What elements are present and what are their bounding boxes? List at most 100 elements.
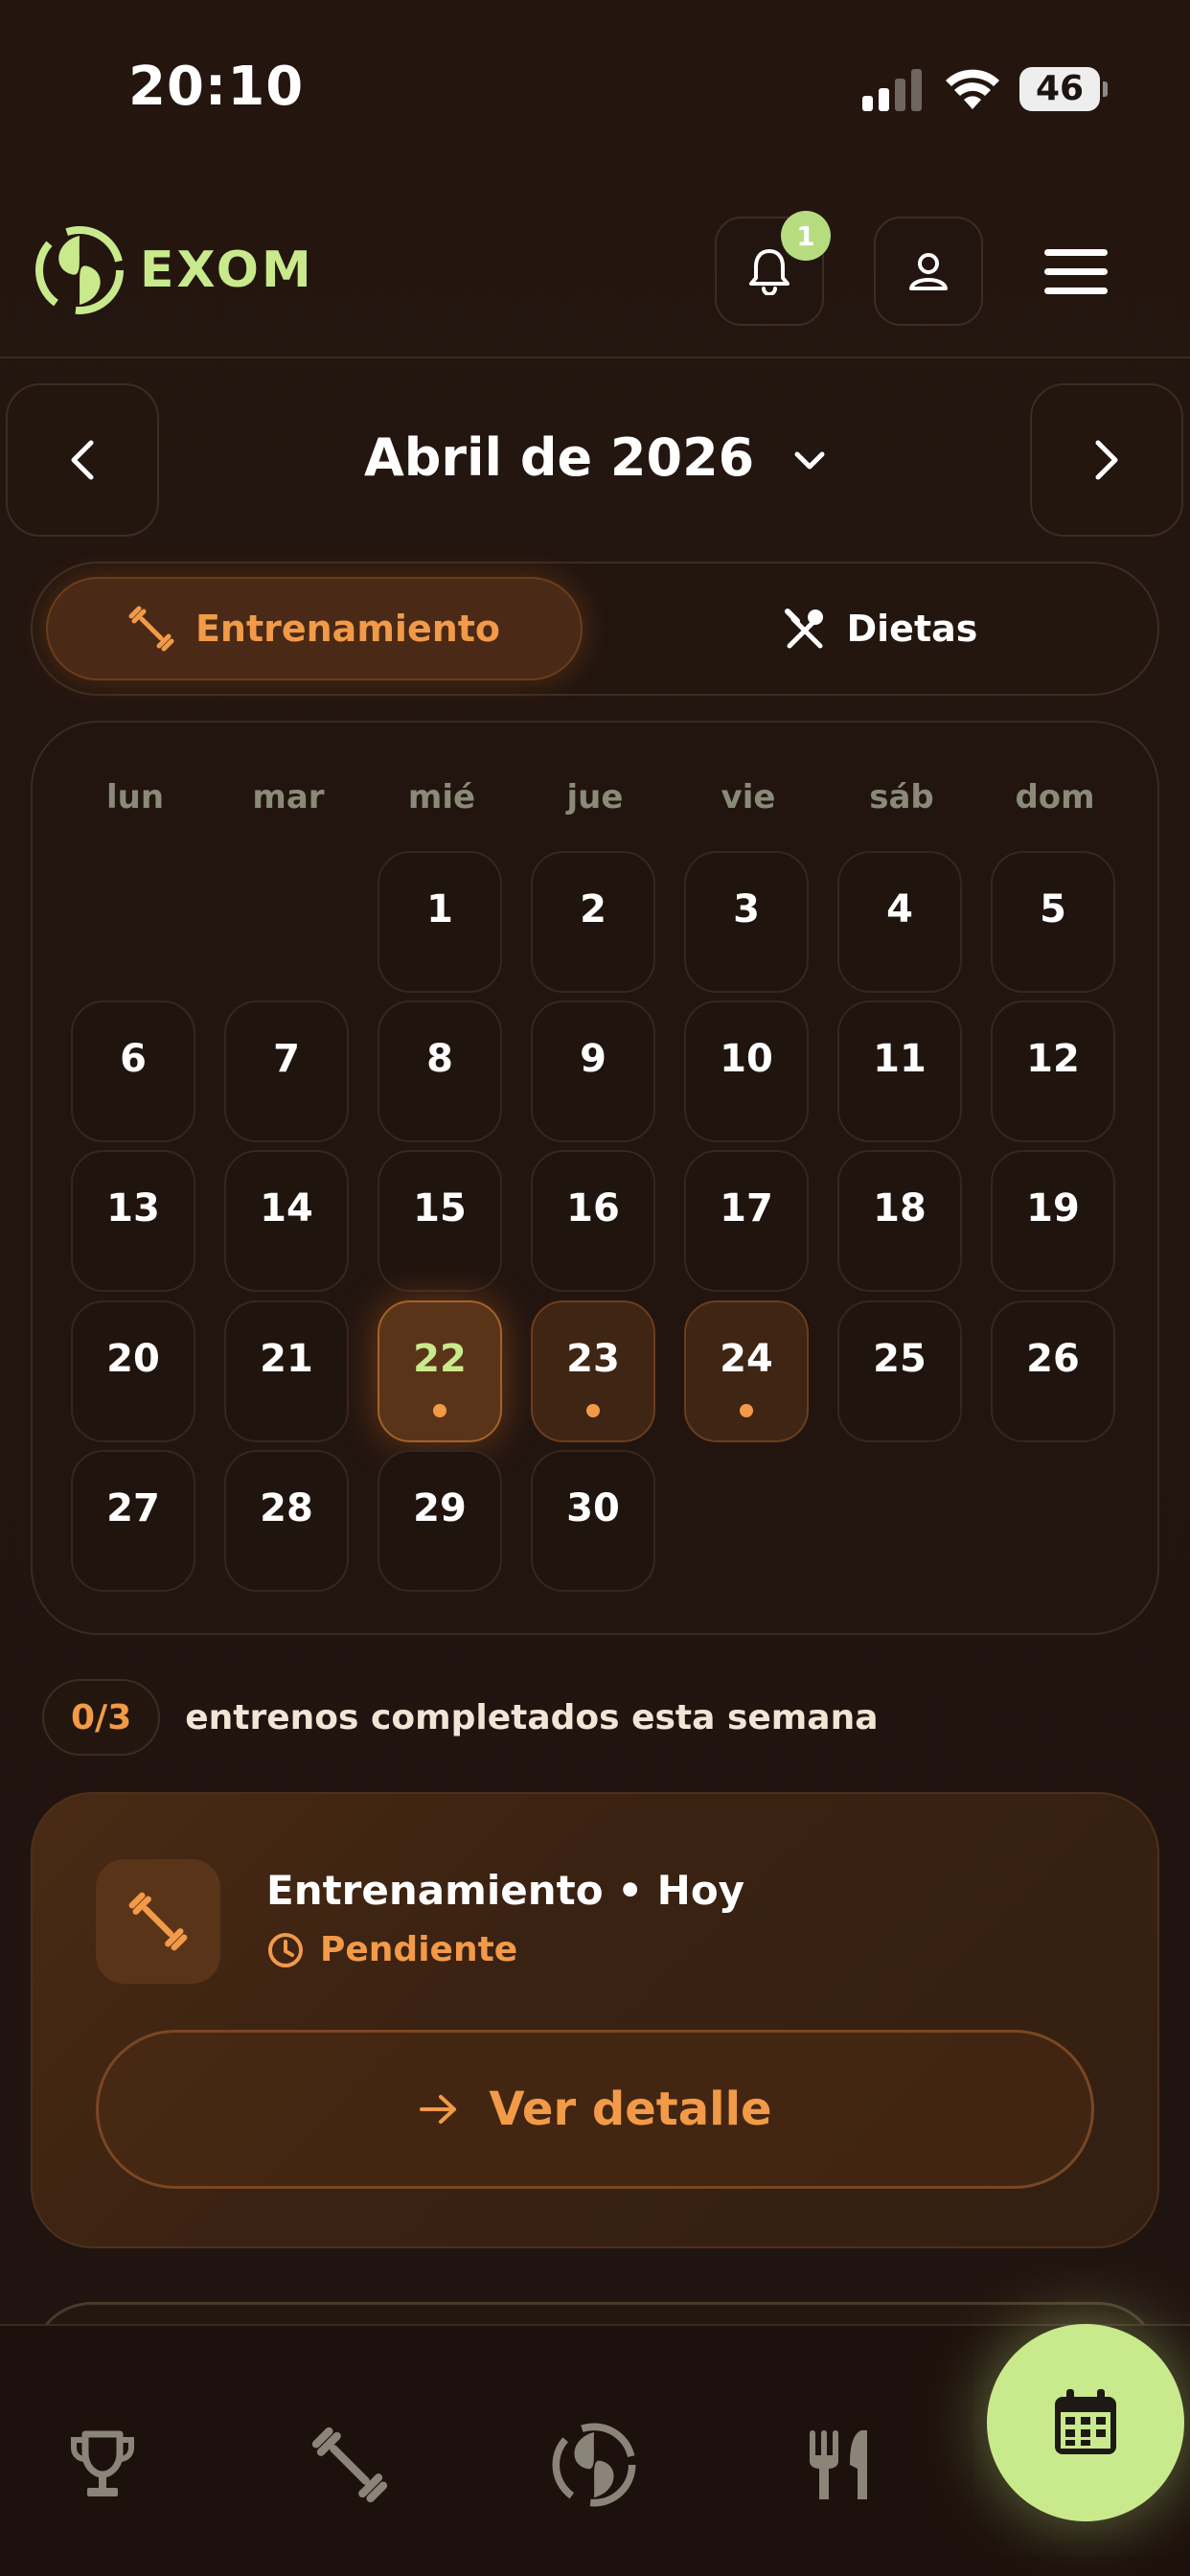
calendar-day-10[interactable]: 10 <box>684 1000 809 1142</box>
day-number: 19 <box>1026 1186 1080 1230</box>
calendar-day-17[interactable]: 17 <box>684 1150 809 1292</box>
calendar-day-4[interactable]: 4 <box>837 851 962 993</box>
nav-trophy[interactable] <box>50 2412 155 2518</box>
hamburger-menu-button[interactable] <box>1044 249 1121 303</box>
day-number: 23 <box>566 1337 620 1381</box>
weekday-label: dom <box>1015 778 1095 816</box>
calendar-day-27[interactable]: 27 <box>71 1450 195 1592</box>
view-detail-button[interactable]: Ver detalle <box>96 2030 1094 2189</box>
calendar-day-30[interactable]: 30 <box>531 1450 655 1592</box>
nav-workouts[interactable] <box>297 2412 402 2518</box>
day-number: 22 <box>413 1337 467 1381</box>
day-number: 28 <box>260 1486 313 1530</box>
calendar-day-28[interactable]: 28 <box>224 1450 349 1592</box>
month-navigation: Abril de 2026 <box>0 383 1190 539</box>
tab-dietas-label: Dietas <box>846 608 978 650</box>
workout-icon-box <box>96 1859 220 1984</box>
calendar-day-23[interactable]: 23 <box>531 1300 655 1442</box>
calendar-day-21[interactable]: 21 <box>224 1300 349 1442</box>
month-title: Abril de 2026 <box>363 427 755 488</box>
day-number: 8 <box>426 1037 453 1081</box>
calendar-day-2[interactable]: 2 <box>531 851 655 993</box>
day-number: 10 <box>720 1037 773 1081</box>
dumbbell-icon <box>311 2426 388 2503</box>
tab-entrenamiento-label: Entrenamiento <box>195 608 501 650</box>
calendar-day-16[interactable]: 16 <box>531 1150 655 1292</box>
fork-knife-icon <box>810 2430 867 2499</box>
day-number: 15 <box>413 1186 467 1230</box>
clock-icon <box>268 1932 303 1967</box>
brand-name: EXOM <box>140 242 314 299</box>
calendar-day-8[interactable]: 8 <box>378 1000 502 1142</box>
day-number: 2 <box>580 887 606 932</box>
calendar-day-6[interactable]: 6 <box>71 1000 195 1142</box>
calendar-day-15[interactable]: 15 <box>378 1150 502 1292</box>
wifi-icon <box>946 69 999 109</box>
weekday-label: lun <box>105 778 165 816</box>
arrow-right-icon <box>420 2095 457 2124</box>
nav-nutrition[interactable] <box>788 2412 893 2518</box>
day-number: 4 <box>886 887 913 932</box>
tab-entrenamiento[interactable]: Entrenamiento <box>46 577 583 680</box>
workout-status: Pendiente <box>266 1930 517 1969</box>
calendar-day-18[interactable]: 18 <box>837 1150 962 1292</box>
calendar-day-11[interactable]: 11 <box>837 1000 962 1142</box>
calendar-day-20[interactable]: 20 <box>71 1300 195 1442</box>
calendar-day-5[interactable]: 5 <box>991 851 1115 993</box>
day-number: 17 <box>720 1186 773 1230</box>
weekday-label: mar <box>252 778 325 816</box>
bell-icon <box>749 249 790 295</box>
calendar-fab-button[interactable] <box>987 2324 1184 2521</box>
calendar-day-14[interactable]: 14 <box>224 1150 349 1292</box>
day-number: 24 <box>720 1337 773 1381</box>
notification-badge: 1 <box>781 211 831 261</box>
workout-dot-indicator <box>433 1404 446 1417</box>
next-month-button[interactable] <box>1030 383 1183 537</box>
day-number: 3 <box>733 887 760 932</box>
dumbbell-icon <box>128 606 174 652</box>
mode-segmented-control: Entrenamiento Dietas <box>31 562 1159 696</box>
calendar-day-19[interactable]: 19 <box>991 1150 1115 1292</box>
day-number: 25 <box>873 1337 927 1381</box>
calendar-day-9[interactable]: 9 <box>531 1000 655 1142</box>
calendar-day-12[interactable]: 12 <box>991 1000 1115 1142</box>
calendar-day-7[interactable]: 7 <box>224 1000 349 1142</box>
month-selector[interactable]: Abril de 2026 <box>0 427 1190 488</box>
day-number: 9 <box>580 1037 606 1081</box>
day-number: 1 <box>426 887 453 932</box>
calendar-icon <box>1055 2389 1116 2454</box>
status-time: 20:10 <box>128 56 305 118</box>
status-bar: 20:10 46 <box>0 0 1190 182</box>
calendar-day-13[interactable]: 13 <box>71 1150 195 1292</box>
tab-dietas[interactable]: Dietas <box>607 577 1154 680</box>
calendar-day-25[interactable]: 25 <box>837 1300 962 1442</box>
calendar-day-24[interactable]: 24 <box>684 1300 809 1442</box>
day-number: 14 <box>260 1186 313 1230</box>
chevron-right-icon <box>1095 440 1118 480</box>
weekday-label: vie <box>721 778 776 816</box>
calendar-day-22[interactable]: 22 <box>378 1300 502 1442</box>
workout-title: Entrenamiento • Hoy <box>266 1867 745 1914</box>
day-number: 13 <box>106 1186 160 1230</box>
day-number: 21 <box>260 1337 313 1381</box>
exom-logo-icon <box>552 2423 636 2507</box>
calendar-day-26[interactable]: 26 <box>991 1300 1115 1442</box>
day-number: 20 <box>106 1337 160 1381</box>
dumbbell-icon <box>128 1892 188 1951</box>
weekday-label: sáb <box>869 778 934 816</box>
calendar-day-29[interactable]: 29 <box>378 1450 502 1592</box>
month-calendar: lun mar mié jue vie sáb dom 1 2 3 4 5 6 7 8 9 10 11 12 13 14… <box>31 721 1159 1635</box>
nav-home[interactable] <box>541 2412 647 2518</box>
fork-spoon-icon <box>784 609 823 649</box>
calendar-day-3[interactable]: 3 <box>684 851 809 993</box>
workout-dot-indicator <box>740 1404 753 1417</box>
day-number: 26 <box>1026 1337 1080 1381</box>
day-number: 29 <box>413 1486 467 1530</box>
day-number: 18 <box>873 1186 927 1230</box>
workout-card: Entrenamiento • Hoy Pendiente Ver detall… <box>31 1792 1159 2248</box>
profile-button[interactable] <box>874 217 983 326</box>
day-number: 11 <box>873 1037 927 1081</box>
user-icon <box>909 253 948 290</box>
exom-logo-icon[interactable] <box>27 224 132 316</box>
calendar-day-1[interactable]: 1 <box>378 851 502 993</box>
